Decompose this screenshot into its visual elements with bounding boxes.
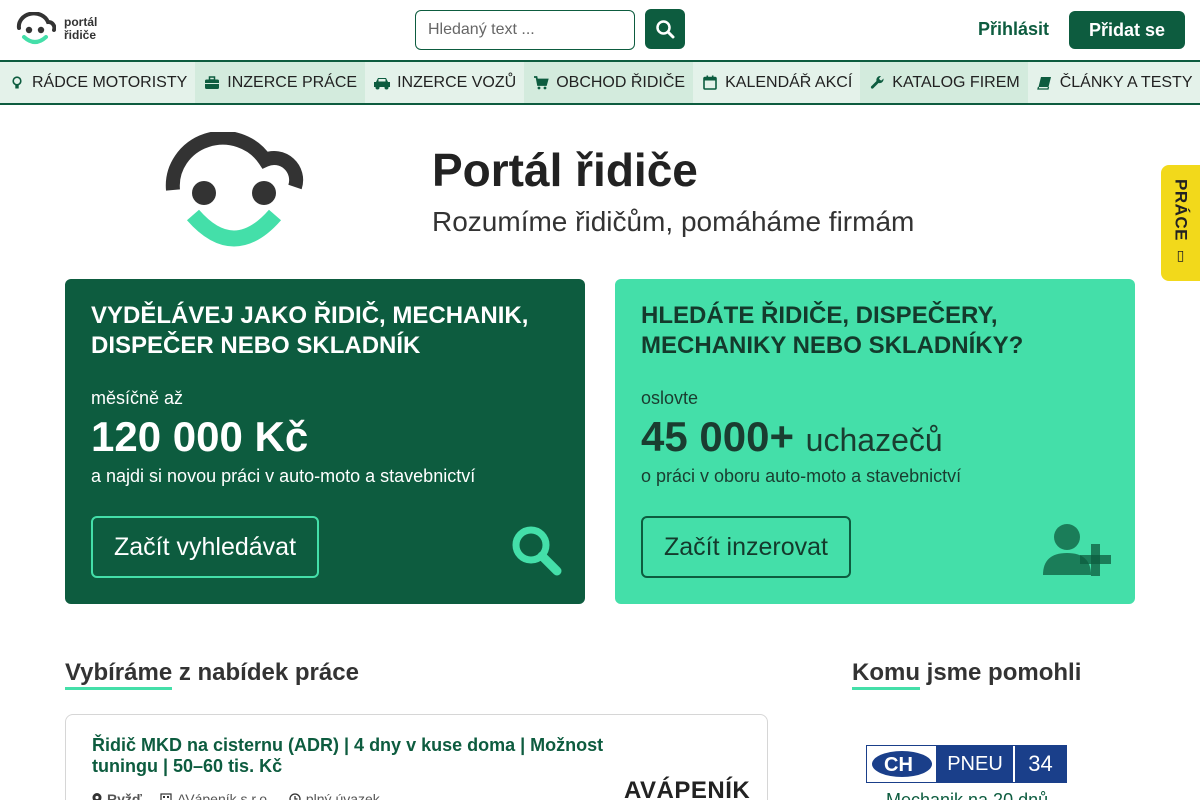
start-search-button[interactable]: Začít vyhledávat — [91, 516, 320, 578]
card-heading: VYDĚLÁVEJ JAKO ŘIDIČ, MECHANIK, DISPEČER… — [91, 302, 529, 359]
search-icon — [509, 523, 563, 582]
hero-title: Portál řidiče — [432, 144, 698, 196]
job-seeker-card: VYDĚLÁVEJ JAKO ŘIDIČ, MECHANIK, DISPEČER… — [65, 279, 585, 604]
nav-label: ČLÁNKY A TESTY — [1059, 73, 1193, 91]
cart-icon — [532, 75, 550, 91]
user-plus-icon — [1043, 523, 1113, 582]
hero-subtitle: Rozumíme řidičům, pomáháme firmám — [432, 206, 915, 237]
partner-caption: Mechanik na 20 dnů — [886, 790, 1049, 800]
nav-label: INZERCE PRÁCE — [227, 73, 358, 91]
search-icon — [656, 20, 675, 39]
calendar-icon — [701, 75, 719, 91]
header: portál řidiče Přihlásit Přidat se — [0, 0, 1200, 60]
search-input[interactable] — [415, 10, 635, 50]
job-type-text: plný úvazek — [305, 791, 380, 800]
job-title[interactable]: Řidič MKD na cisternu (ADR) | 4 dny v ku… — [92, 735, 622, 777]
svg-text:CH: CH — [884, 754, 913, 776]
partner-mark-icon: CH — [871, 751, 932, 777]
card-heading: HLEDÁTE ŘIDIČE, DISPEČERY, MECHANIKY NEB… — [641, 302, 1024, 359]
title-rest: z nabídek práce — [172, 659, 359, 686]
job-location-text: Ryžď — [107, 791, 142, 800]
side-tab-label: PRÁCE — [1171, 179, 1191, 242]
nav-item-inzerce-prace[interactable]: INZERCE PRÁCE — [195, 62, 366, 103]
partner-logo-text: PNEU — [937, 746, 1015, 782]
help-section-title: Komu jsme pomohli — [852, 659, 1082, 690]
job-location: Ryžď — [92, 791, 142, 800]
big-number: 45 000+ — [641, 413, 794, 460]
join-button[interactable]: Přidat se — [1069, 11, 1185, 49]
search-button[interactable] — [645, 9, 685, 49]
card-pre-text: měsíčně až — [91, 388, 184, 408]
card-post-text: o práci v oboru auto-moto a stavebnictví — [641, 466, 962, 486]
logo-face-icon — [165, 130, 304, 247]
hero-logo — [160, 130, 310, 257]
nav-label: INZERCE VOZŮ — [397, 73, 517, 91]
main-nav: RÁDCE MOTORISTY INZERCE PRÁCE INZERCE VO… — [0, 60, 1200, 105]
clock-icon — [289, 793, 301, 800]
nav-item-obchod[interactable]: OBCHOD ŘIDIČE — [524, 62, 694, 103]
big-suffix: uchazečů — [805, 422, 943, 458]
start-advertising-button[interactable]: Začít inzerovat — [641, 516, 851, 578]
partner-logo-number: 34 — [1015, 746, 1066, 782]
building-icon — [160, 793, 172, 800]
job-company-text: AVápeník s.r.o. — [176, 791, 271, 800]
card-big-value: 45 000+ uchazečů — [641, 413, 943, 461]
job-meta: Ryžď AVápeník s.r.o. plný úvazek — [92, 791, 380, 800]
nav-label: KALENDÁŘ AKCÍ — [725, 73, 853, 91]
nav-item-radce[interactable]: RÁDCE MOTORISTY — [0, 62, 195, 103]
title-underlined: Vybíráme — [65, 659, 173, 690]
title-rest: jsme pomohli — [920, 659, 1082, 686]
nav-item-inzerce-vozu[interactable]: INZERCE VOZŮ — [365, 62, 524, 103]
login-link[interactable]: Přihlásit — [978, 19, 1049, 40]
card-big-value: 120 000 Kč — [91, 413, 309, 460]
jobs-section-title: Vybíráme z nabídek práce — [65, 659, 359, 690]
logo-line2: řidiče — [64, 28, 97, 42]
nav-item-kalendar[interactable]: KALENDÁŘ AKCÍ — [693, 62, 860, 103]
side-tab-prace[interactable]: PRÁCE ▯ — [1161, 165, 1200, 281]
employer-card: HLEDÁTE ŘIDIČE, DISPEČERY, MECHANIKY NEB… — [615, 279, 1135, 604]
job-company: AVápeník s.r.o. — [160, 791, 271, 800]
map-pin-icon — [92, 792, 102, 800]
car-icon — [373, 75, 391, 91]
title-underlined: Komu — [852, 659, 920, 690]
book-icon — [1036, 75, 1054, 91]
nav-label: RÁDCE MOTORISTY — [32, 73, 188, 91]
partner-logo-mark: CH — [867, 746, 937, 782]
site-logo[interactable]: portál řidiče — [14, 12, 97, 46]
partner-logo[interactable]: CH PNEU 34 — [866, 745, 1067, 783]
job-type: plný úvazek — [289, 791, 380, 800]
card-pre-text: oslovte — [641, 388, 699, 408]
side-tab-arrow-icon: ▯ — [1176, 247, 1185, 264]
nav-item-katalog[interactable]: KATALOG FIREM — [860, 62, 1028, 103]
nav-label: OBCHOD ŘIDIČE — [556, 73, 686, 91]
wrench-icon — [868, 75, 886, 91]
logo-face-icon — [16, 12, 56, 44]
nav-item-clanky[interactable]: ČLÁNKY A TESTY — [1028, 62, 1200, 103]
job-card[interactable]: Řidič MKD na cisternu (ADR) | 4 dny v ku… — [65, 714, 768, 800]
card-post-text: a najdi si novou práci v auto-moto a sta… — [91, 466, 476, 486]
company-logo: AVÁPENÍK — [624, 777, 751, 800]
briefcase-icon — [203, 75, 221, 91]
logo-text: portál řidiče — [64, 16, 97, 42]
nav-label: KATALOG FIREM — [892, 73, 1020, 91]
lightbulb-icon — [8, 75, 26, 91]
